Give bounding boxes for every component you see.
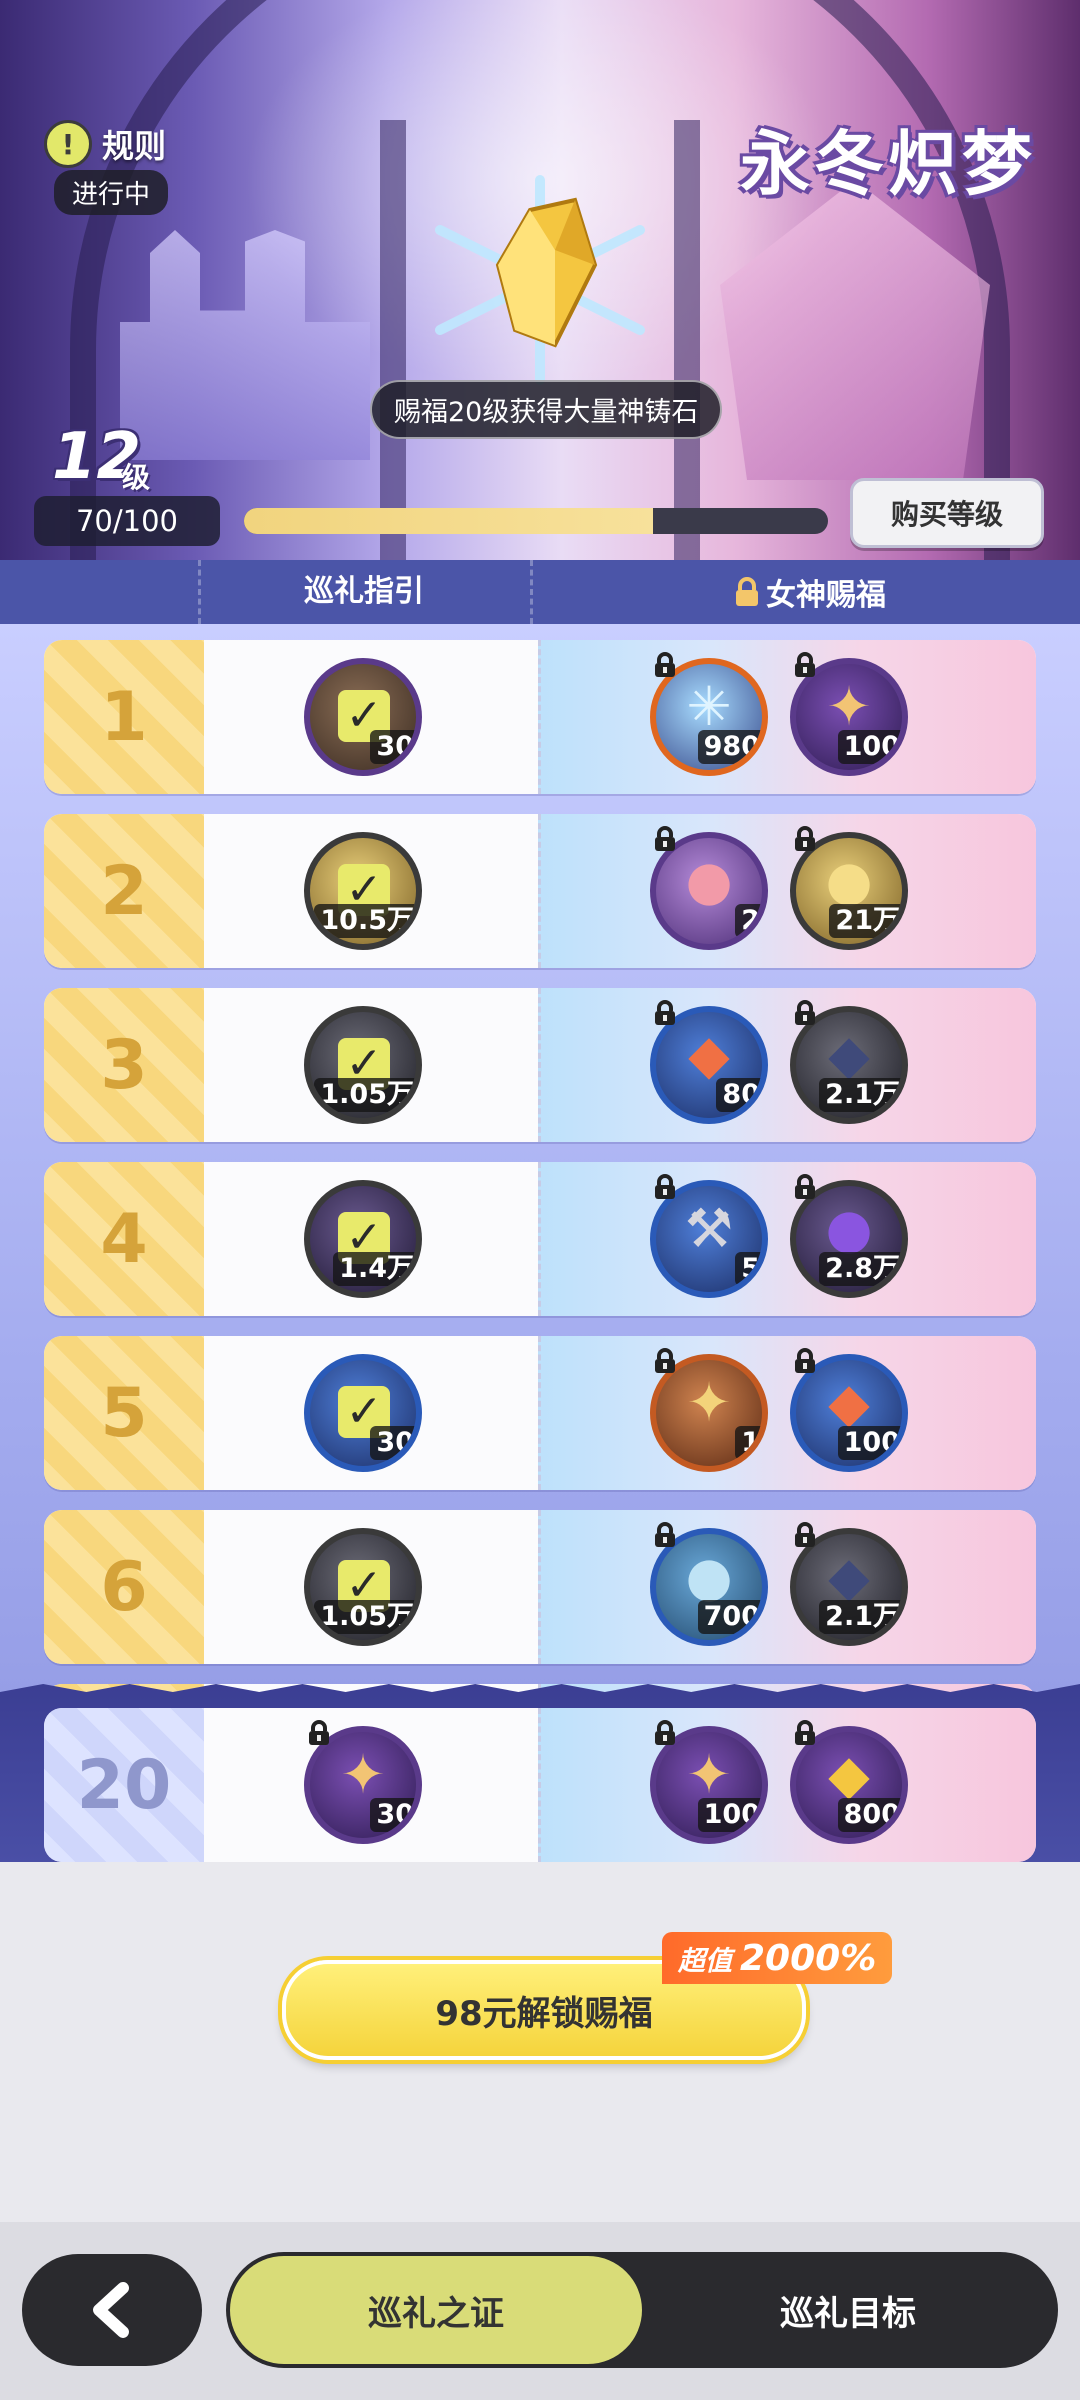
reward-count: 30 xyxy=(370,1426,416,1460)
lock-icon xyxy=(792,1174,818,1200)
reward-count: 2 xyxy=(735,904,762,938)
cell-divider xyxy=(538,814,541,968)
reward-item[interactable]: ◆✓1.05万 xyxy=(304,1006,422,1124)
reward-count: 1.05万 xyxy=(314,1600,416,1634)
lock-icon xyxy=(652,1000,678,1026)
bottom-nav: 巡礼之证 巡礼目标 xyxy=(0,2222,1080,2400)
reward-count: 21万 xyxy=(829,904,902,938)
premium-reward-cell xyxy=(538,1162,1036,1316)
lock-icon xyxy=(792,826,818,852)
reward-list[interactable]: 1◆✓30✳980✦1002●✓10.5万●2●21万3◆✓1.05万◆80◆2… xyxy=(0,624,1080,1862)
reward-count: 2.1万 xyxy=(819,1600,902,1634)
reward-count: 700 xyxy=(697,1600,762,1634)
reward-count: 100 xyxy=(697,1798,762,1832)
exp-progress-fill xyxy=(244,508,653,534)
column-title-premium-label: 女神赐福 xyxy=(766,578,886,613)
reward-row: 1◆✓30✳980✦100 xyxy=(44,640,1036,794)
reward-item[interactable]: ◆✓1.05万 xyxy=(304,1528,422,1646)
lock-icon xyxy=(652,1174,678,1200)
lock-icon xyxy=(652,1720,678,1746)
event-title: 永冬炽梦 xyxy=(740,123,1036,205)
reward-count: 1.4万 xyxy=(333,1252,416,1286)
cell-divider xyxy=(538,1510,541,1664)
premium-reward-cell xyxy=(538,640,1036,794)
reward-row: 2●✓10.5万●2●21万 xyxy=(44,814,1036,968)
reward-count: 1.05万 xyxy=(314,1078,416,1112)
gold-crystal-icon xyxy=(380,170,700,390)
back-button[interactable] xyxy=(22,2254,202,2366)
row-level-number: 20 xyxy=(44,1708,204,1862)
cell-divider xyxy=(538,1708,541,1862)
reward-count: 100 xyxy=(837,1426,902,1460)
lock-icon xyxy=(736,577,758,606)
cell-divider xyxy=(538,1336,541,1490)
lock-icon xyxy=(792,1522,818,1548)
reward-count: 80 xyxy=(716,1078,762,1112)
row-level-number: 4 xyxy=(44,1162,204,1316)
reward-item[interactable]: ●✓1.4万 xyxy=(304,1180,422,1298)
reward-count: 2.1万 xyxy=(819,1078,902,1112)
lock-icon xyxy=(792,1000,818,1026)
lock-icon xyxy=(652,826,678,852)
reward-row: 3◆✓1.05万◆80◆2.1万 xyxy=(44,988,1036,1142)
reward-row: 4●✓1.4万⚒5●2.8万 xyxy=(44,1162,1036,1316)
exp-counter: 70/100 xyxy=(34,496,220,546)
reward-count: 5 xyxy=(735,1252,762,1286)
reward-item[interactable]: ◆✓30 xyxy=(304,1354,422,1472)
value-badge-prefix: 超值 xyxy=(678,1945,732,1977)
reward-count: 30 xyxy=(370,730,416,764)
reward-count: 800 xyxy=(837,1798,902,1832)
tab-pilgrimage-proof[interactable]: 巡礼之证 xyxy=(230,2256,642,2364)
column-title-premium: 女神赐福 xyxy=(540,560,1080,624)
current-level-unit: 级 xyxy=(122,461,151,494)
reward-row: 5◆✓30✦1◆100 xyxy=(44,1336,1036,1490)
chevron-left-icon xyxy=(93,2282,129,2338)
reward-count: 2.8万 xyxy=(819,1252,902,1286)
row-level-number: 5 xyxy=(44,1336,204,1490)
final-reward-row: 20 ✦ 30 ✦ 100 ◆ 800 xyxy=(44,1708,1036,1862)
lock-icon xyxy=(652,1348,678,1374)
premium-reward-cell xyxy=(538,988,1036,1142)
cell-divider xyxy=(538,640,541,794)
tab-bar: 巡礼之证 巡礼目标 xyxy=(226,2252,1058,2368)
buy-level-button[interactable]: 购买等级 xyxy=(850,478,1044,548)
reward-count: 980 xyxy=(697,730,762,764)
lock-icon xyxy=(652,652,678,678)
row-level-number: 2 xyxy=(44,814,204,968)
event-banner: 永冬炽梦 ! 规则 进行中 赐福20级获得大量神铸石 12 级 70/100 购… xyxy=(0,0,1080,560)
unlock-area: 98元解锁赐福 超值 2000% xyxy=(0,1862,1080,2222)
premium-reward-cell xyxy=(538,1708,1036,1862)
rules-label: 规则 xyxy=(102,127,167,165)
reward-count: 1 xyxy=(735,1426,762,1460)
premium-reward-cell xyxy=(538,1336,1036,1490)
reward-item[interactable]: ●✓10.5万 xyxy=(304,832,422,950)
reward-column-header: 巡礼指引 女神赐福 xyxy=(0,560,1080,624)
reward-row: 6◆✓1.05万●700◆2.1万 xyxy=(44,1510,1036,1664)
reward-hint-pill: 赐福20级获得大量神铸石 xyxy=(370,380,723,439)
premium-reward-cell xyxy=(538,1510,1036,1664)
reward-count: 100 xyxy=(837,730,902,764)
rules-button[interactable]: ! 规则 xyxy=(44,120,166,168)
lock-icon xyxy=(652,1522,678,1548)
lock-icon xyxy=(792,652,818,678)
value-badge: 超值 2000% xyxy=(662,1932,893,1984)
lock-icon xyxy=(792,1348,818,1374)
exclamation-icon: ! xyxy=(44,120,92,168)
row-level-number: 3 xyxy=(44,988,204,1142)
exp-progress-bar xyxy=(244,508,828,534)
row-level-number: 6 xyxy=(44,1510,204,1664)
reward-item[interactable]: ◆✓30 xyxy=(304,658,422,776)
cell-divider xyxy=(538,988,541,1142)
premium-reward-cell xyxy=(538,814,1036,968)
tab-pilgrimage-goals[interactable]: 巡礼目标 xyxy=(642,2256,1054,2364)
reward-count: 10.5万 xyxy=(314,904,416,938)
lock-icon xyxy=(792,1720,818,1746)
status-badge: 进行中 xyxy=(54,170,169,215)
cell-divider xyxy=(538,1162,541,1316)
row-level-number: 1 xyxy=(44,640,204,794)
value-badge-value: 2000% xyxy=(740,1937,877,1979)
column-title-free: 巡礼指引 xyxy=(304,574,424,609)
lock-icon xyxy=(306,1720,332,1746)
reward-count: 30 xyxy=(370,1798,416,1832)
